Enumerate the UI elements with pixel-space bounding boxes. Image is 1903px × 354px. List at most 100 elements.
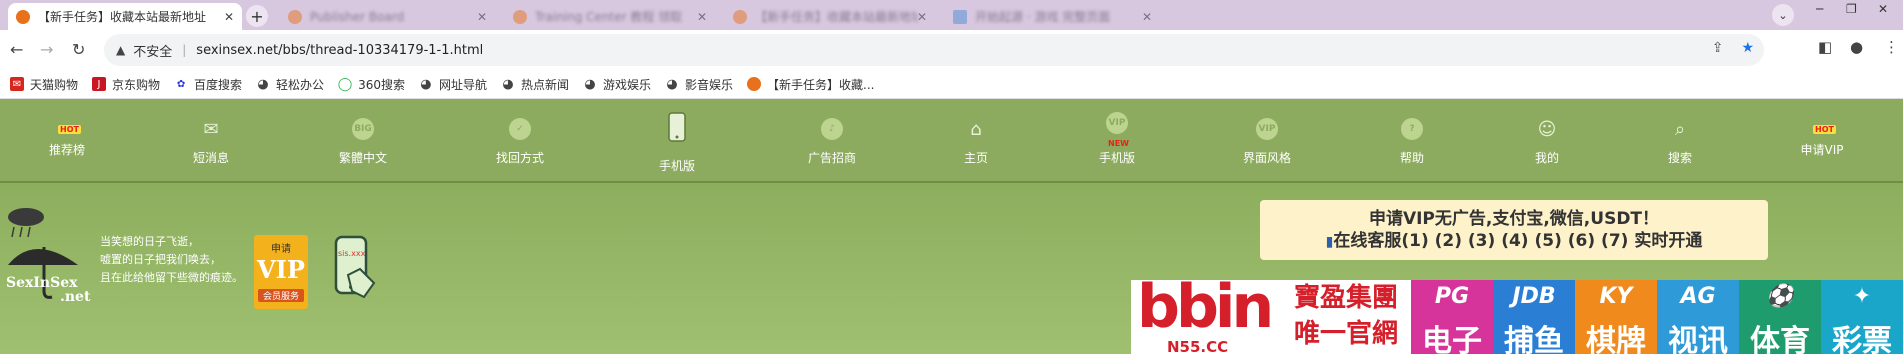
close-window-button[interactable]: ✕: [1878, 2, 1888, 16]
nav-theme[interactable]: VIP 界面风格: [1222, 99, 1312, 181]
tab-inactive[interactable]: Publisher Board ✕: [280, 3, 495, 30]
nav-messages[interactable]: ✉ 短消息: [166, 99, 256, 181]
promo-headline: 申请VIP无广告,支付宝,微信,USDT！: [1368, 209, 1660, 229]
header-banner: SexInSex .net 当笑想的日子飞逝， 嘘置的日子把我们唤去， 且在此给…: [0, 183, 1903, 354]
ad-tile-live[interactable]: AG 视讯: [1657, 280, 1739, 354]
bookmark-jd[interactable]: J 京东购物: [92, 76, 160, 93]
bookmark-label: 百度搜索: [194, 77, 243, 92]
user-icon: ☺: [1537, 118, 1557, 140]
nav-label: 手机版: [658, 159, 695, 173]
restore-button[interactable]: ❐: [1846, 2, 1857, 16]
nav-mobile-vip[interactable]: VIP NEW 手机版: [1072, 99, 1162, 181]
mobile-app-icon[interactable]: sis.xxx: [330, 235, 378, 301]
tab-inactive[interactable]: 【新手任务】收藏本站最新地址 ✕: [725, 3, 935, 30]
360-icon: ◯: [337, 76, 353, 92]
bookmark-news[interactable]: ◕ 热点新闻: [501, 76, 569, 93]
close-icon[interactable]: ✕: [477, 10, 487, 24]
ad-tile-sports[interactable]: ⚽ 体育: [1739, 280, 1821, 354]
site-favicon-icon: [747, 77, 762, 91]
casino-ad-banner[interactable]: bbin N55.CC 寶盈集團 唯一官網 PG 电子 JDB 捕鱼 KY 棋牌…: [1131, 280, 1903, 354]
ad-tile-cards[interactable]: KY 棋牌: [1575, 280, 1657, 354]
ad-tile-electronic[interactable]: PG 电子: [1411, 280, 1493, 354]
bookmark-nav[interactable]: ◕ 网址导航: [419, 76, 487, 93]
nav-label: 繁體中文: [338, 151, 387, 165]
close-icon[interactable]: ✕: [917, 10, 927, 24]
tab-search-button[interactable]: ⌄: [1772, 4, 1794, 26]
nav-label: 推荐榜: [48, 143, 85, 157]
promo-service-text[interactable]: 在线客服(1) (2) (3) (4) (5) (6) (7) 实时开通: [1333, 231, 1702, 251]
jd-icon: J: [92, 77, 107, 91]
vip-style-icon: VIP: [1255, 117, 1279, 141]
lottery-icon: ✦: [1852, 284, 1872, 309]
close-icon[interactable]: ✕: [1142, 10, 1152, 24]
url-text[interactable]: sexinsex.net/bbs/thread-10334179-1-1.htm…: [196, 43, 483, 58]
menu-icon[interactable]: ⋮: [1884, 38, 1899, 56]
reload-icon[interactable]: ↻: [72, 40, 85, 59]
tab-active[interactable]: 【新手任务】收藏本站最新地址 ✕: [8, 3, 242, 30]
share-icon[interactable]: ⇪: [1712, 40, 1724, 56]
slogan: 当笑想的日子飞逝， 嘘置的日子把我们唤去， 且在此给他留下些微的痕迹。: [100, 233, 243, 287]
ad-brand-logo: bbin N55.CC: [1131, 280, 1291, 354]
site-favicon-icon: [16, 9, 30, 24]
globe-icon: ◕: [584, 76, 596, 92]
nav-label: 广告招商: [807, 151, 856, 165]
bookmark-baidu[interactable]: ✿ 百度搜索: [174, 76, 242, 93]
promo-service-links[interactable]: ▮在线客服(1) (2) (3) (4) (5) (6) (7) 实时开通: [1260, 230, 1768, 253]
bookmark-label: 影音娱乐: [685, 77, 734, 92]
bookmark-label: 轻松办公: [276, 77, 325, 92]
ad-tile-label: 电子: [1422, 324, 1482, 354]
security-label[interactable]: 不安全: [133, 41, 172, 60]
tab-title: 开始起源 · 游戏 完整页面: [975, 10, 1111, 24]
nav-label: 搜索: [1667, 151, 1692, 165]
bookmark-label: 【新手任务】收藏...: [767, 77, 875, 92]
forward-icon[interactable]: →: [40, 40, 53, 59]
site-favicon-icon: [288, 9, 302, 24]
bookmark-games[interactable]: ◕ 游戏娱乐: [583, 76, 651, 93]
nav-search[interactable]: ⌕ 搜索: [1635, 99, 1725, 181]
vip-promo-box: 申请VIP无广告,支付宝,微信,USDT！ ▮在线客服(1) (2) (3) (…: [1260, 200, 1768, 260]
new-tab-button[interactable]: +: [246, 5, 268, 27]
nav-home[interactable]: ⌂ 主页: [931, 99, 1021, 181]
tab-inactive[interactable]: Training Center 教程 领取 ✕: [505, 3, 715, 30]
nav-label: 短消息: [192, 151, 229, 165]
globe-icon: ◕: [502, 76, 514, 92]
bookmark-label: 天猫购物: [30, 77, 79, 92]
ad-tile-fishing[interactable]: JDB 捕鱼: [1493, 280, 1575, 354]
address-bar[interactable]: ▲ 不安全 | sexinsex.net/bbs/thread-10334179…: [104, 34, 1764, 66]
bookmark-task[interactable]: 【新手任务】收藏...: [747, 76, 874, 93]
nav-label: 手机版: [1098, 151, 1135, 165]
nav-ranking[interactable]: HOT 推荐榜: [22, 99, 112, 181]
nav-my[interactable]: ☺ 我的: [1502, 99, 1592, 181]
ad-tile-lottery[interactable]: ✦ 彩票: [1821, 280, 1903, 354]
phone-badge-text: sis.xxx: [338, 249, 366, 258]
nav-mobile[interactable]: 手机版: [632, 99, 722, 181]
nav-traditional-chinese[interactable]: BIG 繁體中文: [318, 99, 408, 181]
profile-icon[interactable]: ●: [1850, 38, 1863, 56]
back-icon[interactable]: ←: [10, 40, 23, 59]
bookmark-360[interactable]: ◯ 360搜索: [338, 76, 405, 93]
bookmark-office[interactable]: ◕ 轻松办公: [256, 76, 324, 93]
minimize-button[interactable]: ─: [1816, 2, 1823, 16]
nav-recovery[interactable]: ✓ 找回方式: [475, 99, 565, 181]
bookmark-tmall[interactable]: ✉ 天猫购物: [10, 76, 78, 93]
tab-inactive[interactable]: 开始起源 · 游戏 完整页面 ✕: [945, 3, 1160, 30]
vip-service-badge[interactable]: 申请 VIP 会员服务: [254, 235, 308, 309]
ad-tile-label: 视讯: [1668, 324, 1728, 354]
nav-help[interactable]: ? 帮助: [1367, 99, 1457, 181]
nav-advertising[interactable]: ♪ 广告招商: [787, 99, 877, 181]
tab-title: Training Center 教程 领取: [535, 10, 683, 24]
bookmark-star-icon[interactable]: ★: [1741, 40, 1754, 56]
side-panel-icon[interactable]: ◧: [1818, 38, 1832, 56]
nav-label: 主页: [963, 151, 988, 165]
bookmarks-bar: ✉ 天猫购物 J 京东购物 ✿ 百度搜索 ◕ 轻松办公 ◯ 360搜索 ◕ 网址导航 ◕ 热点…: [0, 70, 1903, 99]
close-icon[interactable]: ✕: [697, 10, 707, 24]
slogan-line: 且在此给他留下些微的痕迹。: [100, 271, 243, 284]
ad-tile-logo: PG: [1434, 284, 1470, 309]
nav-apply-vip[interactable]: HOT 申请VIP: [1777, 99, 1867, 181]
bookmark-label: 热点新闻: [520, 77, 569, 92]
warning-icon[interactable]: ▲: [116, 43, 125, 57]
bookmark-media[interactable]: ◕ 影音娱乐: [665, 76, 733, 93]
hot-badge: HOT: [1813, 125, 1836, 134]
close-icon[interactable]: ✕: [224, 10, 234, 24]
tab-title: 【新手任务】收藏本站最新地址: [38, 10, 207, 24]
